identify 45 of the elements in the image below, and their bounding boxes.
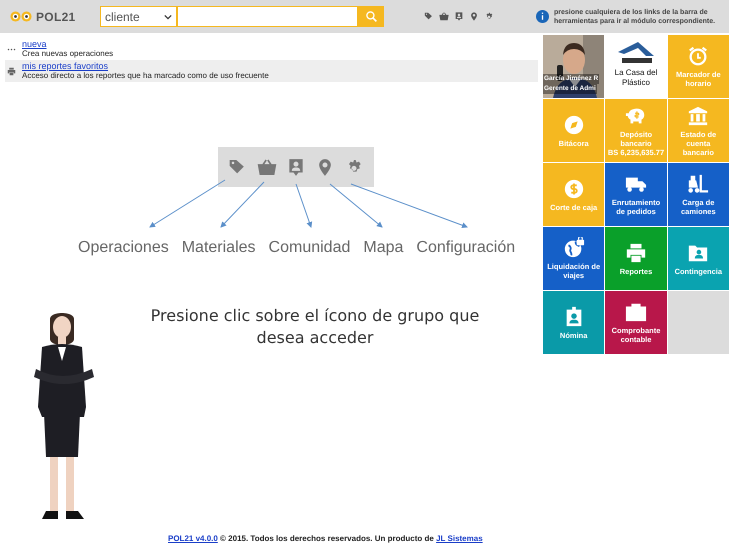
group-label: Configuración — [416, 238, 516, 258]
search-field[interactable] — [177, 6, 358, 27]
category-select[interactable]: cliente — [100, 6, 177, 27]
group-label: Mapa — [363, 238, 404, 258]
product-link[interactable]: POL21 v4.0.0 — [168, 534, 218, 543]
caret-icon — [164, 14, 172, 20]
link[interactable]: mis reportes favoritos — [22, 61, 108, 71]
group-label: Materiales — [182, 238, 256, 258]
basket-button[interactable] — [439, 11, 449, 22]
link[interactable]: nueva — [22, 39, 47, 49]
group-label: Operaciones — [78, 238, 169, 258]
globe-lock-icon — [562, 237, 585, 259]
search-button[interactable] — [358, 6, 384, 27]
briefcase-icon — [624, 301, 647, 323]
info-icon — [536, 10, 549, 23]
basket-button[interactable] — [257, 156, 278, 178]
tag-icon — [424, 11, 434, 22]
more-icon — [7, 48, 16, 50]
bank-icon — [687, 104, 710, 126]
copyright-text: © 2015. Todos los derechos reservados. Un producto de — [220, 534, 434, 543]
instruction-text: Presione clic sobre el ícono de grupo que desea acceder — [150, 305, 480, 349]
logo-text: POL21 — [36, 8, 76, 26]
link-description: Acceso directo a los reportes que ha marcado como de uso frecuente — [22, 71, 269, 81]
tag-button[interactable] — [424, 11, 434, 22]
search-icon — [364, 10, 378, 23]
contact-card-icon — [454, 11, 464, 22]
forklift-icon — [687, 173, 710, 195]
arrow — [296, 184, 312, 228]
link-description: Crea nuevas operaciones — [22, 49, 114, 59]
owl-logo-icon — [10, 10, 32, 23]
group-label: Comunidad — [268, 238, 350, 258]
map-pin-icon — [469, 11, 479, 22]
house-roof-logo-icon — [616, 40, 656, 64]
compass-icon — [562, 114, 585, 136]
dollar-coin-icon — [562, 178, 585, 200]
select-value: cliente — [105, 8, 140, 26]
printer-icon — [7, 66, 16, 76]
alarm-clock-icon — [687, 45, 710, 67]
basket-icon — [257, 156, 278, 178]
basket-icon — [439, 11, 449, 22]
company-link[interactable]: JL Sistemas — [436, 534, 483, 543]
printer-icon — [624, 242, 647, 264]
company-text: La Casa del Plástico — [614, 68, 658, 88]
map-pin-button[interactable] — [469, 11, 479, 22]
contact-card-button[interactable] — [454, 11, 464, 22]
